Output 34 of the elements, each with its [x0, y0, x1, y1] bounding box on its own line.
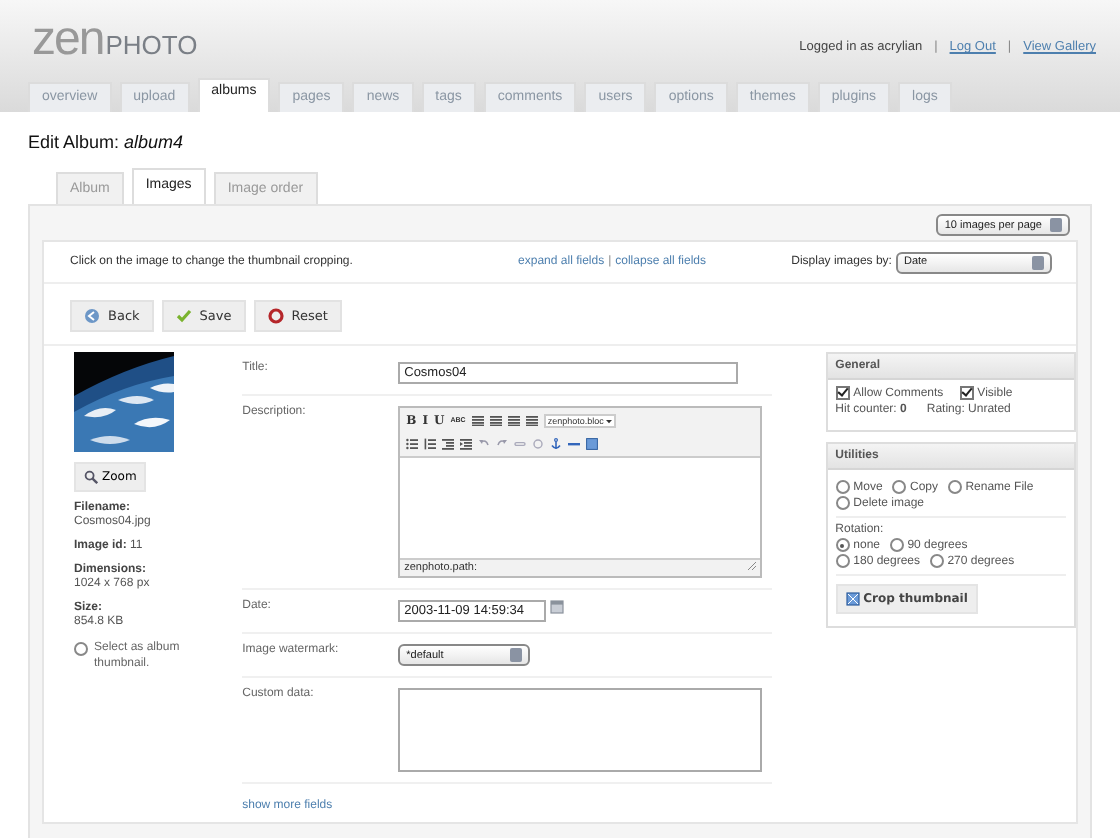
back-icon [84, 308, 100, 324]
radio-button[interactable] [892, 480, 906, 495]
align-icon [489, 414, 502, 426]
redo-icon [496, 438, 509, 450]
checkbox[interactable] [959, 386, 974, 400]
page-title: Edit Album: album4 [26, 130, 186, 156]
align-icon [525, 414, 538, 426]
indent-icon [460, 438, 473, 450]
anchor-icon [550, 438, 563, 450]
calendar-icon [550, 600, 565, 614]
reset-icon [267, 308, 284, 324]
align-icon [507, 414, 520, 426]
custom-data-field[interactable] [398, 688, 763, 772]
caret-icon [605, 417, 612, 423]
undo-icon [478, 438, 491, 450]
radio-button[interactable] [947, 480, 962, 495]
bullet-list-icon [406, 438, 419, 450]
radio-button[interactable] [929, 554, 944, 569]
numbered-list-icon [424, 438, 437, 450]
logo-text: PHOTO [105, 30, 198, 60]
radio-button[interactable] [835, 480, 850, 495]
outdent-icon [442, 438, 455, 450]
resize-grip-icon [748, 562, 757, 570]
search-icon [84, 470, 98, 484]
radio-button[interactable] [889, 538, 904, 553]
crop-icon [845, 592, 860, 607]
logo-text: zen [32, 18, 104, 62]
radio-button[interactable] [835, 538, 850, 553]
checkbox[interactable] [835, 386, 850, 400]
radio-button[interactable] [835, 496, 850, 511]
radio-button[interactable] [835, 554, 850, 569]
radio-button[interactable] [74, 642, 88, 656]
align-icon [471, 414, 484, 426]
check-icon [175, 308, 192, 324]
